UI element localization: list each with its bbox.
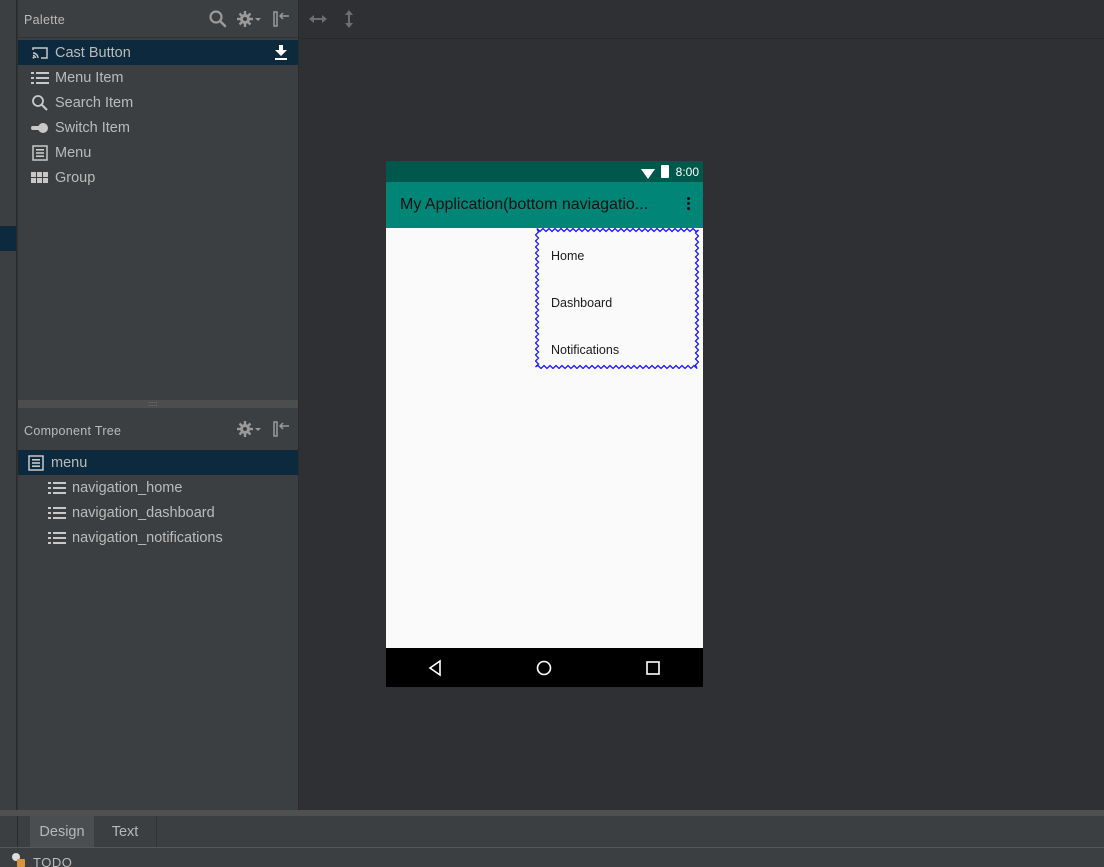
search-icon <box>31 94 49 112</box>
popup-menu-item-dashboard[interactable]: Dashboard <box>551 296 612 310</box>
palette-panel: Palette Cast Button Menu Item Search Ite… <box>18 0 299 400</box>
palette-item-label: Menu <box>55 144 92 161</box>
popup-menu-item-notifications[interactable]: Notifications <box>551 343 619 357</box>
gear-icon[interactable] <box>236 419 264 439</box>
back-icon[interactable] <box>426 658 446 678</box>
palette-item-group[interactable]: Group <box>18 165 298 190</box>
editor-tab-bar: Design Text <box>0 810 1104 847</box>
device-preview[interactable]: 8:00 My Application(bottom naviagatio...… <box>386 161 703 687</box>
tab-label: Text <box>111 823 139 840</box>
divider <box>17 816 18 847</box>
search-icon[interactable] <box>208 9 228 29</box>
battery-icon <box>661 165 669 178</box>
app-bar: My Application(bottom naviagatio... <box>386 182 703 228</box>
collapse-panel-icon[interactable] <box>272 419 292 439</box>
menu-icon <box>31 144 49 162</box>
android-studio-layout-editor: Palette Cast Button Menu Item Search Ite… <box>0 0 1104 867</box>
resize-horizontal-icon[interactable] <box>308 9 328 29</box>
list-icon <box>48 479 66 497</box>
tab-design[interactable]: Design <box>30 816 94 847</box>
download-icon[interactable] <box>272 43 290 61</box>
tree-node-navigation-notifications[interactable]: navigation_notifications <box>18 525 298 550</box>
palette-title: Palette <box>24 13 66 27</box>
list-icon <box>48 529 66 547</box>
component-tree-title: Component Tree <box>24 424 122 438</box>
cast-icon <box>31 44 49 62</box>
popup-menu[interactable]: Home Dashboard Notifications <box>535 228 699 369</box>
component-tree-panel: Component Tree menu navigation_home navi… <box>18 408 299 810</box>
palette-item-switch-item[interactable]: Switch Item <box>18 115 298 140</box>
tab-text[interactable]: Text <box>94 816 157 847</box>
status-time: 8:00 <box>675 165 699 179</box>
palette-item-label: Menu Item <box>55 69 124 86</box>
recents-icon[interactable] <box>643 658 663 678</box>
palette-item-label: Switch Item <box>55 119 130 136</box>
palette-item-search-item[interactable]: Search Item <box>18 90 298 115</box>
resize-vertical-icon[interactable] <box>339 9 359 29</box>
design-canvas[interactable]: 8:00 My Application(bottom naviagatio...… <box>300 0 1104 810</box>
todo-icon <box>11 852 27 867</box>
overflow-menu-icon[interactable] <box>685 197 691 213</box>
home-icon[interactable] <box>534 658 554 678</box>
tree-node-navigation-dashboard[interactable]: navigation_dashboard <box>18 500 298 525</box>
status-bar: 8:00 <box>386 161 703 182</box>
app-title: My Application(bottom naviagatio... <box>400 196 649 213</box>
tree-node-label: navigation_notifications <box>72 529 223 546</box>
component-tree-header: Component Tree <box>18 408 298 450</box>
wifi-icon <box>641 166 655 179</box>
tree-node-navigation-home[interactable]: navigation_home <box>18 475 298 500</box>
list-icon <box>48 504 66 522</box>
palette-item-menu-item[interactable]: Menu Item <box>18 65 298 90</box>
popup-menu-item-home[interactable]: Home <box>551 249 584 263</box>
tree-node-label: navigation_dashboard <box>72 504 215 521</box>
palette-item-label: Cast Button <box>55 44 131 61</box>
splitter-grip-icon: ::::: <box>148 401 158 408</box>
left-tool-strip <box>0 0 17 810</box>
gear-icon[interactable] <box>236 9 264 29</box>
palette-list: Cast Button Menu Item Search Item Switch… <box>18 40 298 190</box>
switch-icon <box>31 119 49 137</box>
tree-node-label: navigation_home <box>72 479 183 496</box>
tool-window-bar: TODO <box>0 847 1104 867</box>
collapse-panel-icon[interactable] <box>272 9 292 29</box>
palette-item-cast-button[interactable]: Cast Button <box>18 40 298 65</box>
list-icon <box>31 69 49 87</box>
canvas-toolbar <box>300 0 1104 39</box>
tree-node-menu[interactable]: menu <box>18 450 298 475</box>
menu-icon <box>27 454 45 472</box>
system-nav-bar <box>386 648 703 687</box>
todo-tool-window-button[interactable]: TODO <box>33 855 72 867</box>
palette-item-label: Search Item <box>55 94 134 111</box>
tree-node-label: menu <box>51 454 88 471</box>
palette-item-label: Group <box>55 169 96 186</box>
palette-header: Palette <box>18 0 298 38</box>
left-tool-strip-selected[interactable] <box>0 226 16 251</box>
grid-icon <box>31 169 49 187</box>
panel-splitter[interactable]: ::::: <box>18 400 299 408</box>
tab-label: Design <box>39 823 85 840</box>
palette-item-menu[interactable]: Menu <box>18 140 298 165</box>
